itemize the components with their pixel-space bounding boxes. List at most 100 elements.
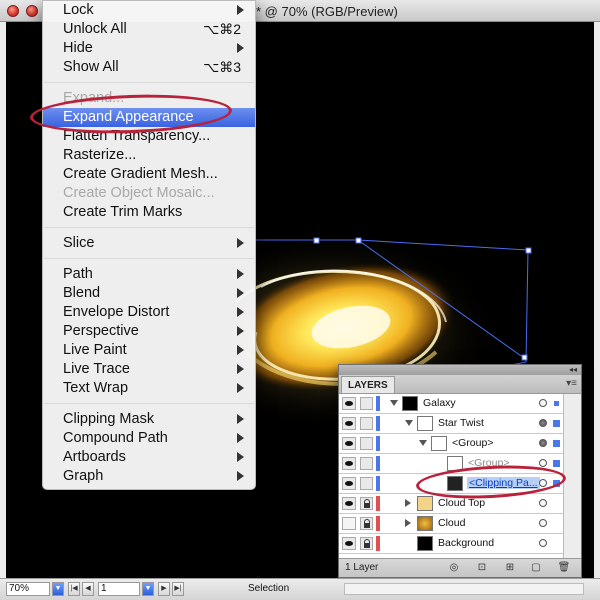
layer-row-group[interactable]: <Group> bbox=[339, 454, 563, 474]
lock-toggle[interactable] bbox=[360, 397, 373, 410]
disclosure-triangle-icon[interactable] bbox=[405, 420, 413, 426]
vertical-scrollbar[interactable] bbox=[594, 22, 600, 578]
target-circle-icon[interactable] bbox=[539, 499, 547, 507]
menu-item-show-all[interactable]: Show All ⌥⌘3 bbox=[43, 58, 255, 77]
selection-square[interactable] bbox=[553, 480, 560, 487]
visibility-eye-icon[interactable] bbox=[342, 397, 356, 410]
menu-item-label: Clipping Mask bbox=[63, 411, 155, 427]
collapse-panel-icon[interactable]: ◂◂ bbox=[569, 366, 577, 374]
layer-name[interactable]: Cloud Top bbox=[438, 497, 485, 509]
first-artboard-button[interactable]: |◀ bbox=[68, 582, 80, 596]
lock-icon[interactable] bbox=[360, 537, 373, 550]
layer-row-galaxy[interactable]: Galaxy bbox=[339, 394, 563, 414]
menu-item-text-wrap[interactable]: Text Wrap bbox=[43, 379, 255, 398]
menu-item-clipping-mask[interactable]: Clipping Mask bbox=[43, 410, 255, 429]
menu-item-expand-appearance[interactable]: Expand Appearance bbox=[43, 108, 255, 127]
artboard-number-field[interactable]: 1 bbox=[98, 582, 140, 596]
visibility-toggle[interactable] bbox=[342, 517, 356, 530]
trash-icon[interactable]: 🗑 bbox=[557, 562, 571, 574]
last-artboard-button[interactable]: ▶| bbox=[172, 582, 184, 596]
selection-square[interactable] bbox=[553, 460, 560, 467]
panel-menu-icon[interactable]: ▾≡ bbox=[566, 378, 577, 389]
new-layer-icon[interactable]: ▢ bbox=[529, 562, 543, 574]
menu-item-live-paint[interactable]: Live Paint bbox=[43, 341, 255, 360]
menu-item-blend[interactable]: Blend bbox=[43, 284, 255, 303]
menu-item-hide[interactable]: Hide bbox=[43, 39, 255, 58]
target-circle-icon[interactable] bbox=[539, 539, 547, 547]
menu-item-create-trim-marks[interactable]: Create Trim Marks bbox=[43, 203, 255, 222]
menu-item-perspective[interactable]: Perspective bbox=[43, 322, 255, 341]
status-text[interactable]: Selection bbox=[248, 583, 289, 594]
menu-item-artboards[interactable]: Artboards bbox=[43, 448, 255, 467]
layer-name[interactable]: Star Twist bbox=[438, 417, 484, 429]
menu-item-slice[interactable]: Slice bbox=[43, 234, 255, 253]
disclosure-triangle-icon[interactable] bbox=[390, 400, 398, 406]
menu-item-envelope-distort[interactable]: Envelope Distort bbox=[43, 303, 255, 322]
layer-row-clipping-path[interactable]: <Clipping Pa... bbox=[339, 474, 563, 494]
menu-item-compound-path[interactable]: Compound Path bbox=[43, 429, 255, 448]
menu-item-graph[interactable]: Graph bbox=[43, 467, 255, 486]
menu-item-unlock-all[interactable]: Unlock All ⌥⌘2 bbox=[43, 20, 255, 39]
layer-name[interactable]: Galaxy bbox=[423, 397, 456, 409]
lock-toggle[interactable] bbox=[360, 417, 373, 430]
target-circle-icon[interactable] bbox=[539, 519, 547, 527]
disclosure-triangle-icon[interactable] bbox=[419, 440, 427, 446]
layer-name[interactable]: Cloud bbox=[438, 517, 465, 529]
lock-toggle[interactable] bbox=[360, 457, 373, 470]
target-circle-icon[interactable] bbox=[539, 419, 547, 427]
minimize-window-button[interactable] bbox=[26, 5, 38, 17]
zoom-field[interactable]: 70% bbox=[6, 582, 50, 596]
lock-icon[interactable] bbox=[360, 517, 373, 530]
locate-object-icon[interactable]: ◎ bbox=[447, 562, 461, 574]
target-circle-icon[interactable] bbox=[539, 439, 547, 447]
layer-row-star-twist[interactable]: Star Twist bbox=[339, 414, 563, 434]
visibility-eye-icon[interactable] bbox=[342, 437, 356, 450]
layer-name[interactable]: <Group> bbox=[468, 457, 509, 469]
horizontal-scrollbar[interactable] bbox=[344, 583, 584, 595]
visibility-eye-icon[interactable] bbox=[342, 457, 356, 470]
target-circle-icon[interactable] bbox=[539, 399, 547, 407]
menu-item-flatten-transparency[interactable]: Flatten Transparency... bbox=[43, 127, 255, 146]
lock-toggle[interactable] bbox=[360, 437, 373, 450]
layer-name[interactable]: <Group> bbox=[452, 437, 493, 449]
menu-item-lock[interactable]: Lock bbox=[43, 1, 255, 20]
lock-icon[interactable] bbox=[360, 497, 373, 510]
selection-square[interactable] bbox=[554, 401, 559, 406]
menu-item-live-trace[interactable]: Live Trace bbox=[43, 360, 255, 379]
layer-row-cloud[interactable]: Cloud bbox=[339, 514, 563, 534]
target-circle-icon[interactable] bbox=[539, 479, 547, 487]
menu-item-path[interactable]: Path bbox=[43, 265, 255, 284]
panel-title-strip[interactable]: ◂◂ bbox=[339, 365, 581, 375]
tab-layers[interactable]: LAYERS bbox=[341, 376, 395, 393]
new-sublayer-icon[interactable]: ⊞ bbox=[503, 562, 517, 574]
disclosure-triangle-icon[interactable] bbox=[405, 499, 411, 507]
visibility-eye-icon[interactable] bbox=[342, 417, 356, 430]
disclosure-triangle-icon[interactable] bbox=[405, 519, 411, 527]
make-clipping-mask-icon[interactable]: ⊡ bbox=[475, 562, 489, 574]
selection-handle[interactable] bbox=[525, 247, 532, 254]
layer-name[interactable]: Background bbox=[438, 537, 494, 549]
selection-square[interactable] bbox=[553, 440, 560, 447]
layers-scrollbar[interactable] bbox=[563, 394, 581, 558]
visibility-eye-icon[interactable] bbox=[342, 477, 356, 490]
next-artboard-button[interactable]: ▶ bbox=[158, 582, 170, 596]
previous-artboard-button[interactable]: ◀ bbox=[82, 582, 94, 596]
layer-row-cloud-top[interactable]: Cloud Top bbox=[339, 494, 563, 514]
artboard-dropdown-button[interactable]: ▼ bbox=[142, 582, 154, 596]
layer-color-bar bbox=[376, 396, 380, 411]
layer-name[interactable]: <Clipping Pa... bbox=[467, 477, 540, 489]
selection-square[interactable] bbox=[553, 420, 560, 427]
selection-handle[interactable] bbox=[313, 237, 320, 244]
target-circle-icon[interactable] bbox=[539, 459, 547, 467]
menu-item-create-gradient-mesh[interactable]: Create Gradient Mesh... bbox=[43, 165, 255, 184]
layer-row-group[interactable]: <Group> bbox=[339, 434, 563, 454]
selection-handle[interactable] bbox=[355, 237, 362, 244]
zoom-dropdown-button[interactable]: ▼ bbox=[52, 582, 64, 596]
close-window-button[interactable] bbox=[7, 5, 19, 17]
layer-row-background[interactable]: Background bbox=[339, 534, 563, 554]
selection-handle[interactable] bbox=[521, 354, 528, 361]
visibility-eye-icon[interactable] bbox=[342, 497, 356, 510]
menu-item-rasterize[interactable]: Rasterize... bbox=[43, 146, 255, 165]
lock-toggle[interactable] bbox=[360, 477, 373, 490]
visibility-eye-icon[interactable] bbox=[342, 537, 356, 550]
